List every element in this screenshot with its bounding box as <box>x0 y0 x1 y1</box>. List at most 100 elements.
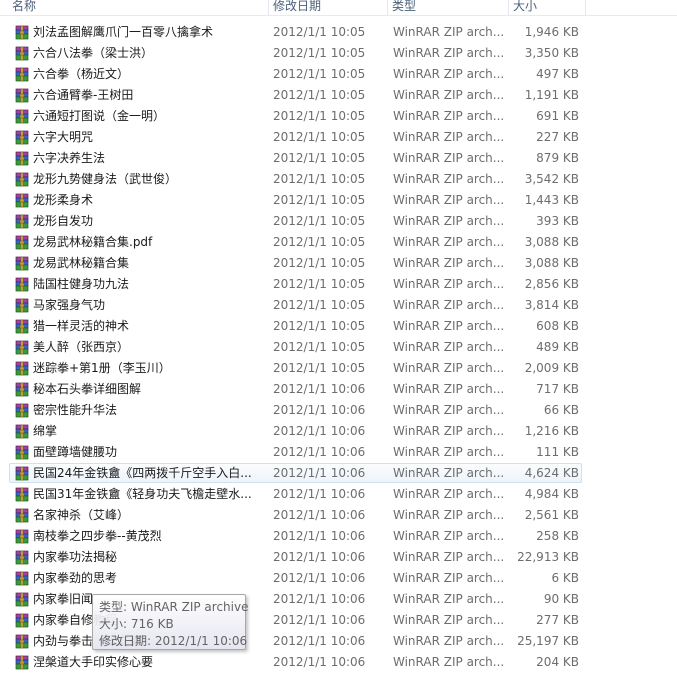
file-row[interactable]: 猎一样灵活的神术 2012/1/1 10:05 WinRAR ZIP arch...… <box>0 316 677 337</box>
file-row[interactable]: 刘法孟图解鹰爪门一百零八擒拿术 2012/1/1 10:05 WinRAR ZIP … <box>0 22 677 43</box>
file-row[interactable]: 美人醉（张西京） 2012/1/1 10:05 WinRAR ZIP arch...… <box>0 337 677 358</box>
file-date: 2012/1/1 10:05 <box>273 298 366 312</box>
file-row[interactable]: 绵掌 2012/1/1 10:06 WinRAR ZIP arch... 1,216 … <box>0 421 677 442</box>
file-date: 2012/1/1 10:06 <box>273 529 366 543</box>
file-row[interactable]: 民国31年金铁盦《轻身功夫飞檐走壁水... 2012/1/1 10:06 WinRA… <box>0 484 677 505</box>
winrar-archive-icon <box>14 46 30 62</box>
column-header-type[interactable]: 类型 <box>388 0 509 15</box>
file-row[interactable]: 秘本石头拳详细图解 2012/1/1 10:06 WinRAR ZIP arch..… <box>0 379 677 400</box>
file-row[interactable]: 马家强身气功 2012/1/1 10:05 WinRAR ZIP arch... 3,… <box>0 295 677 316</box>
file-row[interactable]: 六字大明咒 2012/1/1 10:05 WinRAR ZIP arch... 227… <box>0 127 677 148</box>
file-size: 1,216 KB <box>524 424 579 438</box>
tooltip-type: 类型: WinRAR ZIP archive <box>99 600 249 614</box>
file-name: 南枝拳之四步拳--黄茂烈 <box>33 529 162 543</box>
tooltip-date: 修改日期: 2012/1/1 10:06 <box>99 634 248 648</box>
file-row[interactable]: 南枝拳之四步拳--黄茂烈 2012/1/1 10:06 WinRAR ZIP arc… <box>0 526 677 547</box>
file-name: 绵掌 <box>33 424 58 438</box>
file-type: WinRAR ZIP arch... <box>393 88 505 102</box>
file-name: 龙形柔身术 <box>33 193 94 207</box>
file-name: 龙易武林秘籍合集 <box>33 256 130 270</box>
winrar-archive-icon <box>14 319 30 335</box>
winrar-archive-icon <box>14 403 30 419</box>
file-size: 608 KB <box>536 319 579 333</box>
file-type: WinRAR ZIP arch... <box>393 130 505 144</box>
file-row[interactable]: 密宗性能升华法 2012/1/1 10:06 WinRAR ZIP arch... 6… <box>0 400 677 421</box>
file-row[interactable]: 六合八法拳（梁士洪） 2012/1/1 10:05 WinRAR ZIP arch.… <box>0 43 677 64</box>
file-name: 内家拳功法揭秘 <box>33 550 118 564</box>
file-row[interactable]: 龙形自发功 2012/1/1 10:05 WinRAR ZIP arch... 393… <box>0 211 677 232</box>
winrar-archive-icon <box>14 151 30 167</box>
file-date: 2012/1/1 10:05 <box>273 109 366 123</box>
file-size: 497 KB <box>536 67 579 81</box>
file-type: WinRAR ZIP arch... <box>393 46 505 60</box>
winrar-archive-icon <box>14 67 30 83</box>
file-row[interactable]: 六字决养生法 2012/1/1 10:05 WinRAR ZIP arch... 87… <box>0 148 677 169</box>
file-type: WinRAR ZIP arch... <box>393 529 505 543</box>
file-name: 六合拳（杨近文） <box>33 67 130 81</box>
file-row[interactable]: 民国24年金铁盦《四两拨千斤空手入白... 2012/1/1 10:06 WinRA… <box>0 463 677 484</box>
file-type: WinRAR ZIP arch... <box>393 508 505 522</box>
file-type: WinRAR ZIP arch... <box>393 298 505 312</box>
column-header-date[interactable]: 修改日期 <box>269 0 388 15</box>
file-size: 204 KB <box>536 655 579 669</box>
file-row[interactable]: 面壁蹲墙健腰功 2012/1/1 10:06 WinRAR ZIP arch... 1… <box>0 442 677 463</box>
winrar-archive-icon <box>14 382 30 398</box>
file-date: 2012/1/1 10:06 <box>273 655 366 669</box>
file-size: 1,443 KB <box>524 193 579 207</box>
winrar-archive-icon <box>14 193 30 209</box>
file-date: 2012/1/1 10:06 <box>273 613 366 627</box>
file-row[interactable]: 涅槃道大手印实修心要 2012/1/1 10:06 WinRAR ZIP arch.… <box>0 652 677 673</box>
file-type: WinRAR ZIP arch... <box>393 613 505 627</box>
file-type: WinRAR ZIP arch... <box>393 25 505 39</box>
file-type: WinRAR ZIP arch... <box>393 361 505 375</box>
winrar-archive-icon <box>14 214 30 230</box>
file-name: 民国31年金铁盦《轻身功夫飞檐走壁水... <box>33 487 252 501</box>
file-row[interactable]: 内家拳劲的思考 2012/1/1 10:06 WinRAR ZIP arch... 6… <box>0 568 677 589</box>
file-row[interactable]: 陆国柱健身功九法 2012/1/1 10:05 WinRAR ZIP arch...… <box>0 274 677 295</box>
file-size: 393 KB <box>536 214 579 228</box>
file-row[interactable]: 龙形柔身术 2012/1/1 10:05 WinRAR ZIP arch... 1,4… <box>0 190 677 211</box>
winrar-archive-icon <box>14 655 30 671</box>
winrar-archive-icon <box>14 487 30 503</box>
file-row[interactable]: 龙形九势健身法（武世俊） 2012/1/1 10:05 WinRAR ZIP arc… <box>0 169 677 190</box>
file-name: 涅槃道大手印实修心要 <box>33 655 154 669</box>
file-date: 2012/1/1 10:06 <box>273 466 366 480</box>
file-row[interactable]: 六合拳（杨近文） 2012/1/1 10:05 WinRAR ZIP arch...… <box>0 64 677 85</box>
file-row[interactable]: 龙易武林秘籍合集.pdf 2012/1/1 10:05 WinRAR ZIP arc… <box>0 232 677 253</box>
column-header-name[interactable]: 名称 <box>10 0 269 15</box>
file-type: WinRAR ZIP arch... <box>393 571 505 585</box>
file-date: 2012/1/1 10:06 <box>273 487 366 501</box>
file-size: 489 KB <box>536 340 579 354</box>
file-list: 刘法孟图解鹰爪门一百零八擒拿术 2012/1/1 10:05 WinRAR ZIP … <box>0 22 677 673</box>
file-row[interactable]: 迷踪拳+第1册（李玉川） 2012/1/1 10:05 WinRAR ZIP arc… <box>0 358 677 379</box>
file-size: 879 KB <box>536 151 579 165</box>
file-row[interactable]: 六通短打图说（金一明） 2012/1/1 10:05 WinRAR ZIP arch… <box>0 106 677 127</box>
file-type: WinRAR ZIP arch... <box>393 109 505 123</box>
column-header-size[interactable]: 大小 <box>509 0 586 15</box>
file-row[interactable]: 内家拳功法揭秘 2012/1/1 10:06 WinRAR ZIP arch... 2… <box>0 547 677 568</box>
file-size: 66 KB <box>543 403 579 417</box>
file-size: 111 KB <box>536 445 579 459</box>
file-date: 2012/1/1 10:06 <box>273 424 366 438</box>
file-name: 名家神杀（艾峰） <box>33 508 130 522</box>
file-name: 六字大明咒 <box>33 130 94 144</box>
file-size: 22,913 KB <box>517 550 579 564</box>
file-date: 2012/1/1 10:05 <box>273 25 366 39</box>
winrar-archive-icon <box>14 529 30 545</box>
file-row[interactable]: 六合通臂拳-王树田 2012/1/1 10:05 WinRAR ZIP arch..… <box>0 85 677 106</box>
file-type: WinRAR ZIP arch... <box>393 319 505 333</box>
file-name: 六合通臂拳-王树田 <box>33 88 134 102</box>
file-name: 秘本石头拳详细图解 <box>33 382 142 396</box>
file-name: 密宗性能升华法 <box>33 403 118 417</box>
file-date: 2012/1/1 10:05 <box>273 340 366 354</box>
tooltip-size: 大小: 716 KB <box>99 617 174 631</box>
file-date: 2012/1/1 10:05 <box>273 319 366 333</box>
column-header-bar: 名称 修改日期 类型 大小 <box>0 0 677 16</box>
file-size: 3,542 KB <box>524 172 579 186</box>
file-size: 3,350 KB <box>524 46 579 60</box>
file-date: 2012/1/1 10:05 <box>273 46 366 60</box>
file-row[interactable]: 龙易武林秘籍合集 2012/1/1 10:05 WinRAR ZIP arch...… <box>0 253 677 274</box>
file-row[interactable]: 名家神杀（艾峰） 2012/1/1 10:06 WinRAR ZIP arch...… <box>0 505 677 526</box>
winrar-archive-icon <box>14 466 30 482</box>
file-name: 迷踪拳+第1册（李玉川） <box>33 361 171 375</box>
